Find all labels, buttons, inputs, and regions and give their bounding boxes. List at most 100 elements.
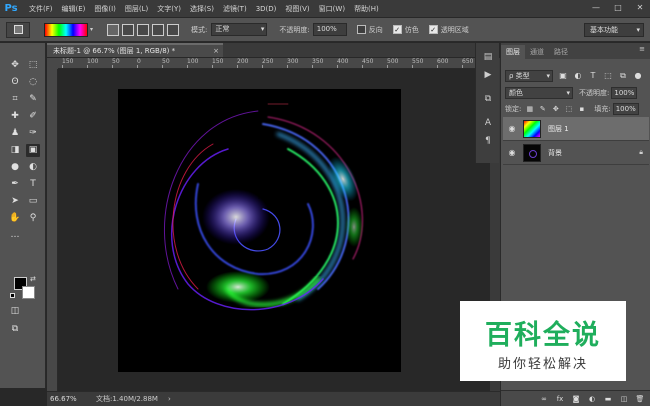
gradient-tool-icon[interactable]: ▣ — [26, 144, 40, 157]
move-tool-icon[interactable]: ✥ — [8, 59, 22, 72]
marquee-tool-icon[interactable]: ⬚ — [26, 59, 40, 72]
minimize-button[interactable]: — — [590, 2, 602, 14]
quick-mask-icon[interactable]: ◫ — [8, 305, 22, 318]
menu-filter[interactable]: 滤镜(T) — [223, 4, 247, 14]
visibility-eye-icon[interactable]: ◉ — [506, 124, 518, 133]
chevron-down-icon[interactable]: ▾ — [90, 26, 93, 33]
tab-paths[interactable]: 路径 — [549, 45, 573, 59]
tab-channels[interactable]: 通道 — [525, 45, 549, 59]
menu-type[interactable]: 文字(Y) — [157, 4, 181, 14]
panel-menu-icon[interactable]: ≡ — [639, 45, 645, 53]
lock-all-icon[interactable]: ▪ — [577, 105, 586, 114]
screen-mode-icon[interactable]: ⧉ — [8, 323, 22, 336]
layer-filter-select[interactable]: ρ 类型 — [505, 70, 553, 82]
history-brush-icon[interactable]: ✑ — [26, 127, 40, 140]
fill-input[interactable]: 100% — [612, 103, 639, 115]
opacity-input[interactable]: 100% — [312, 23, 347, 36]
filter-toggle-icon[interactable]: ● — [633, 71, 643, 81]
layer-opacity-input[interactable]: 100% — [611, 87, 638, 99]
quick-select-tool-icon[interactable]: ◌ — [26, 76, 40, 89]
blend-mode-select[interactable]: 颜色 — [505, 87, 573, 99]
lasso-tool-icon[interactable]: ʘ — [8, 76, 22, 89]
pixel-filter-icon[interactable]: ▣ — [558, 71, 568, 81]
layer-name[interactable]: 背景 — [548, 148, 562, 158]
path-select-icon[interactable]: ➤ — [8, 195, 22, 208]
ruler-tick-label: 650 — [462, 58, 474, 65]
brush-tool-icon[interactable]: ✐ — [26, 110, 40, 123]
menu-select[interactable]: 选择(S) — [190, 4, 214, 14]
lock-transparent-icon[interactable]: ▦ — [525, 105, 534, 114]
history-panel-icon[interactable]: ▤ — [482, 51, 494, 63]
add-mask-icon[interactable]: ◙ — [571, 394, 581, 404]
maximize-button[interactable]: □ — [612, 2, 624, 14]
adjustment-layer-icon[interactable]: ◐ — [587, 394, 597, 404]
properties-panel-icon[interactable]: ⧉ — [482, 93, 494, 105]
zoom-tool-icon[interactable]: ⚲ — [26, 212, 40, 225]
zoom-level[interactable]: 66.67% — [50, 395, 88, 403]
menu-layer[interactable]: 图层(L) — [125, 4, 148, 14]
linear-gradient-button[interactable] — [107, 23, 120, 36]
menu-file[interactable]: 文件(F) — [29, 4, 53, 14]
mode-select[interactable]: 正常 — [211, 23, 268, 36]
close-button[interactable]: ✕ — [634, 2, 646, 14]
new-layer-icon[interactable]: ◫ — [619, 394, 629, 404]
paragraph-panel-icon[interactable]: ¶ — [482, 135, 494, 147]
actions-panel-icon[interactable]: ▶ — [482, 69, 494, 81]
tab-layers[interactable]: 图层 — [501, 45, 525, 59]
ruler-origin[interactable] — [47, 58, 58, 69]
reflected-gradient-button[interactable] — [152, 23, 165, 36]
new-group-icon[interactable]: ▬ — [603, 394, 613, 404]
menu-edit[interactable]: 编辑(E) — [62, 4, 86, 14]
trash-icon[interactable]: 🗑︎ — [635, 394, 645, 404]
link-layers-icon[interactable]: ∞ — [539, 394, 549, 404]
fx-icon[interactable]: fx — [555, 394, 565, 404]
smart-object-filter-icon[interactable]: ⧉ — [618, 71, 628, 81]
type-tool-icon[interactable]: T — [26, 178, 40, 191]
menu-window[interactable]: 窗口(W) — [319, 4, 345, 14]
menu-image[interactable]: 图像(I) — [94, 4, 116, 14]
shape-filter-icon[interactable]: ⬚ — [603, 71, 613, 81]
more-tools-icon[interactable]: … — [8, 229, 22, 242]
diamond-gradient-button[interactable] — [167, 23, 180, 36]
layer-row-layer1[interactable]: ◉ 图层 1 — [503, 117, 649, 141]
workspace-select[interactable]: 基本功能 — [584, 23, 644, 37]
character-panel-icon[interactable]: A — [482, 117, 494, 129]
close-tab-icon[interactable]: × — [213, 45, 219, 57]
hand-tool-icon[interactable]: ✋ — [8, 212, 22, 225]
angle-gradient-button[interactable] — [137, 23, 150, 36]
layer-row-background[interactable]: ◉ 背景 🔒︎ — [503, 141, 649, 165]
healing-brush-icon[interactable]: ✚ — [8, 110, 22, 123]
lock-icon: 🔒︎ — [639, 148, 643, 156]
radial-gradient-button[interactable] — [122, 23, 135, 36]
gradient-picker[interactable] — [44, 22, 88, 37]
blur-tool-icon[interactable]: ● — [8, 161, 22, 174]
lock-pixels-icon[interactable]: ✎ — [538, 105, 547, 114]
document-tab[interactable]: 未标题-1 @ 66.7% (图层 1, RGB/8) * × — [47, 43, 223, 57]
document-canvas[interactable] — [118, 89, 401, 372]
lock-position-icon[interactable]: ✥ — [551, 105, 560, 114]
menu-help[interactable]: 帮助(H) — [354, 4, 379, 14]
horizontal-ruler: 150 100 50 0 50 100 150 200 250 300 350 400 450 500 55… — [58, 58, 490, 69]
background-color-swatch[interactable] — [22, 286, 35, 299]
status-menu-arrow[interactable]: › — [168, 395, 171, 403]
menu-view[interactable]: 视图(V) — [285, 4, 309, 14]
visibility-eye-icon[interactable]: ◉ — [506, 148, 518, 157]
swap-colors-icon[interactable]: ⇄ — [30, 275, 36, 283]
eraser-tool-icon[interactable]: ◨ — [8, 144, 22, 157]
clone-stamp-icon[interactable]: ♟ — [8, 127, 22, 140]
dither-checkbox[interactable]: ✓ — [392, 25, 402, 34]
eyedropper-tool-icon[interactable]: ✎ — [26, 93, 40, 106]
transparency-checkbox[interactable]: ✓ — [428, 25, 438, 34]
crop-tool-icon[interactable]: ⌗ — [8, 93, 22, 106]
default-colors-icon[interactable] — [10, 293, 15, 298]
dodge-tool-icon[interactable]: ◐ — [26, 161, 40, 174]
type-filter-icon[interactable]: T — [588, 71, 598, 81]
pen-tool-icon[interactable]: ✒ — [8, 178, 22, 191]
adjustment-filter-icon[interactable]: ◐ — [573, 71, 583, 81]
reverse-checkbox[interactable] — [356, 25, 366, 34]
tool-preset-picker[interactable] — [6, 21, 30, 38]
layer-name[interactable]: 图层 1 — [548, 124, 569, 134]
rectangle-tool-icon[interactable]: ▭ — [26, 195, 40, 208]
menu-3d[interactable]: 3D(D) — [256, 5, 277, 13]
lock-artboard-icon[interactable]: ⬚ — [564, 105, 573, 114]
